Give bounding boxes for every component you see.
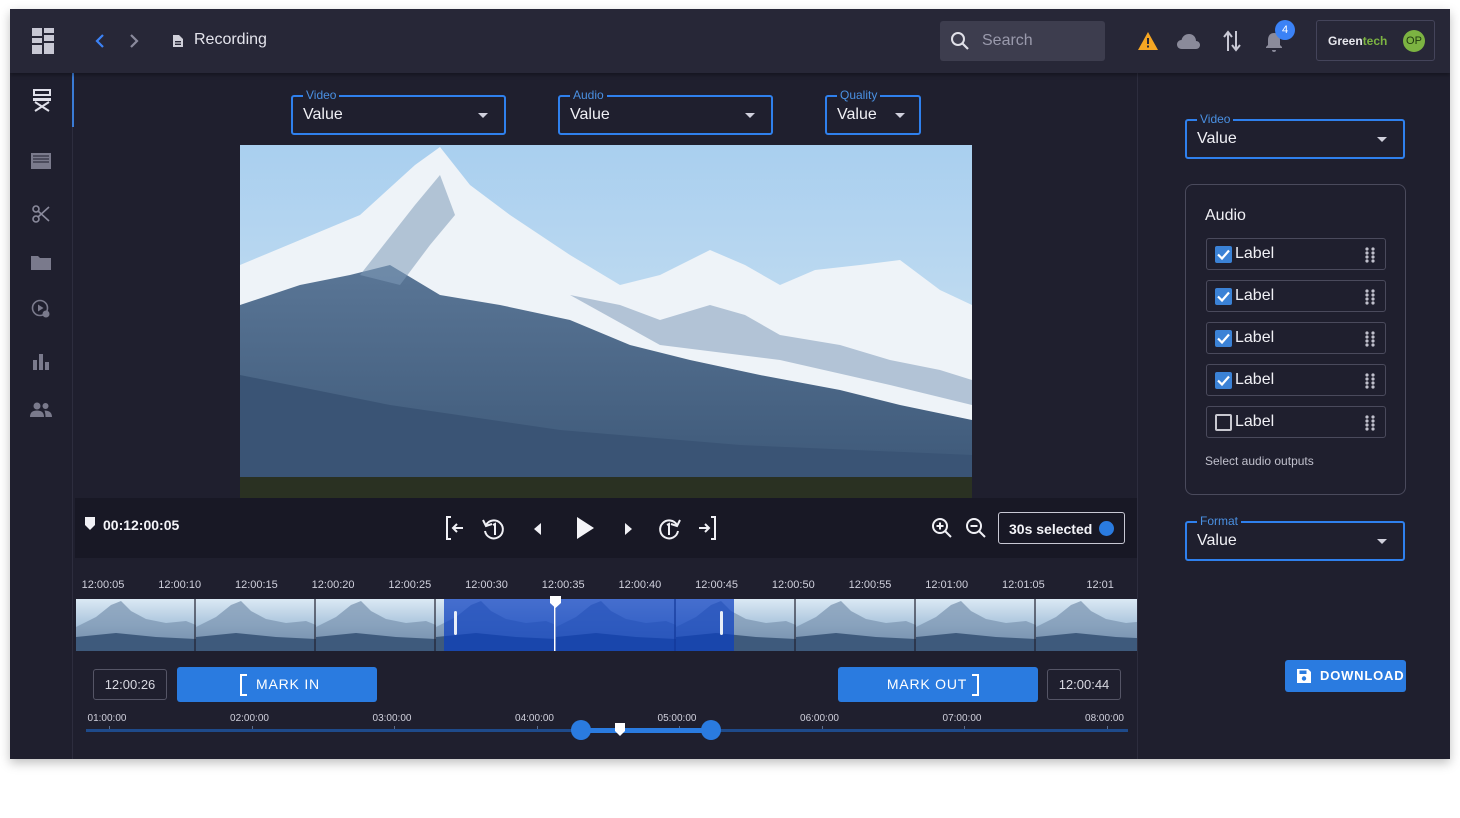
audio-output-row[interactable]: Label (1206, 406, 1386, 438)
timeline-tick-label: 12:01:05 (1001, 579, 1045, 591)
forward-arrow-icon[interactable] (128, 33, 140, 49)
overview-tick-label: 06:00:00 (800, 713, 839, 724)
audio-output-row[interactable]: Label (1206, 364, 1386, 396)
checkmark-icon (1217, 249, 1230, 261)
mark-in-button[interactable]: MARK IN (177, 667, 377, 702)
checkbox-checked[interactable] (1215, 372, 1232, 389)
timeline-tick-label: 12:00:10 (158, 579, 202, 591)
export-video-value: Value (1197, 130, 1237, 147)
timeline-ruler: 12:00:05 12:00:10 12:00:15 12:00:20 12:00:25… (10, 9, 1137, 609)
mark-out-label: MARK OUT (886, 676, 968, 692)
format-select-label: Format (1197, 514, 1242, 528)
drag-handle-icon[interactable] (1365, 415, 1375, 431)
document-icon (173, 35, 183, 47)
checkbox-checked[interactable] (1215, 330, 1232, 347)
audio-output-label: Label (1235, 413, 1275, 430)
search-input[interactable]: Search (940, 21, 1105, 61)
checkbox-unchecked[interactable] (1215, 414, 1232, 431)
download-label: DOWNLOAD (1320, 668, 1405, 683)
export-video-label: Video (1197, 112, 1234, 126)
overview-tick-label: 03:00:00 (372, 713, 412, 724)
overview-selection-range (581, 728, 711, 733)
timeline-tick-label: 12:00:30 (465, 579, 508, 591)
caret-down-icon (1377, 137, 1387, 142)
timeline-tick-label: 12:00:40 (618, 579, 662, 591)
search-placeholder: Search (982, 32, 1033, 49)
thumbnail-strip[interactable] (76, 599, 1138, 651)
export-video-select[interactable]: Video Value (1185, 112, 1405, 159)
mark-in-label: MARK IN (256, 676, 320, 692)
caret-down-icon (1377, 539, 1387, 544)
transfer-arrows-icon[interactable] (1222, 29, 1242, 53)
checkmark-icon (1217, 333, 1230, 345)
timeline-tick-label: 12:00:20 (311, 579, 355, 591)
timeline-tick-label: 12:00:35 (541, 579, 585, 591)
audio-output-label: Label (1235, 287, 1275, 304)
bracket-right-icon (972, 674, 979, 696)
brand-logo: Greentech (1328, 34, 1388, 48)
timeline-tick-label: 12:01 (1086, 579, 1114, 591)
audio-output-label: Label (1235, 371, 1275, 388)
timeline-playhead-icon[interactable] (550, 596, 561, 608)
export-panel: Video Value Audio Label Label Label Label La… (1137, 73, 1450, 759)
mark-out-time: 12:00:44 (1047, 669, 1121, 700)
warning-icon[interactable] (1137, 31, 1159, 51)
drag-handle-icon[interactable] (1365, 289, 1375, 305)
notification-badge: 4 (1275, 20, 1295, 40)
timeline-tick-label: 12:00:15 (234, 579, 278, 591)
download-button[interactable]: DOWNLOAD (1285, 660, 1406, 692)
audio-card-title: Audio (1205, 207, 1246, 224)
mark-out-button[interactable]: MARK OUT (838, 667, 1038, 702)
audio-hint: Select audio outputs (1205, 454, 1314, 468)
overview-tick-label: 05:00:00 (657, 713, 697, 724)
drag-handle-icon[interactable] (1365, 373, 1375, 389)
audio-output-row[interactable]: Label (1206, 238, 1386, 270)
timeline-tick-label: 12:00:55 (848, 579, 892, 591)
checkmark-icon (1217, 291, 1230, 303)
bracket-left-icon (240, 674, 247, 696)
audio-outputs-card: Audio Label Label Label Label Label Select a… (1185, 184, 1406, 495)
overview-tick-label: 02:00:00 (230, 713, 269, 724)
overview-playhead-icon[interactable] (615, 723, 625, 736)
format-select[interactable]: Format Value (1185, 514, 1405, 561)
format-select-value: Value (1197, 532, 1237, 549)
overview-tick-label: 01:00:00 (87, 713, 127, 724)
timeline-tick-label: 12:00:45 (695, 579, 738, 591)
timeline-tick-label: 12:00:25 (388, 579, 432, 591)
audio-output-row[interactable]: Label (1206, 322, 1386, 354)
page-title: Recording (194, 31, 267, 48)
app-logo-icon[interactable] (32, 28, 54, 54)
drag-handle-icon[interactable] (1365, 247, 1375, 263)
audio-output-label: Label (1235, 329, 1275, 346)
audio-output-row[interactable]: Label (1206, 280, 1386, 312)
range-start-handle[interactable] (571, 720, 591, 740)
range-end-handle[interactable] (701, 720, 721, 740)
brand-account-box[interactable]: Greentech OP (1316, 20, 1435, 61)
app-window: Recording Search 4 Greentech OP Video Va… (10, 9, 1450, 759)
overview-tick-label: 08:00:00 (1085, 713, 1124, 724)
timeline-tick-label: 12:00:05 (81, 579, 125, 591)
timeline-tick-label: 12:01:00 (925, 579, 969, 591)
thumbnail-filmstrip-image (76, 599, 1138, 651)
avatar[interactable]: OP (1403, 30, 1425, 52)
overview-tick-label: 07:00:00 (942, 713, 982, 724)
timeline-tick-label: 12:00:50 (771, 579, 815, 591)
top-bar: Recording Search 4 Greentech OP (10, 9, 1450, 73)
checkbox-checked[interactable] (1215, 246, 1232, 263)
overview-tick-label: 04:00:00 (515, 713, 554, 724)
audio-output-label: Label (1235, 245, 1275, 262)
back-arrow-icon[interactable] (94, 33, 106, 49)
cloud-icon[interactable] (1176, 33, 1201, 50)
mark-in-time: 12:00:26 (93, 669, 167, 700)
search-icon (951, 32, 969, 50)
checkbox-checked[interactable] (1215, 288, 1232, 305)
drag-handle-icon[interactable] (1365, 331, 1375, 347)
checkmark-icon (1217, 375, 1230, 387)
save-icon (1297, 669, 1311, 683)
